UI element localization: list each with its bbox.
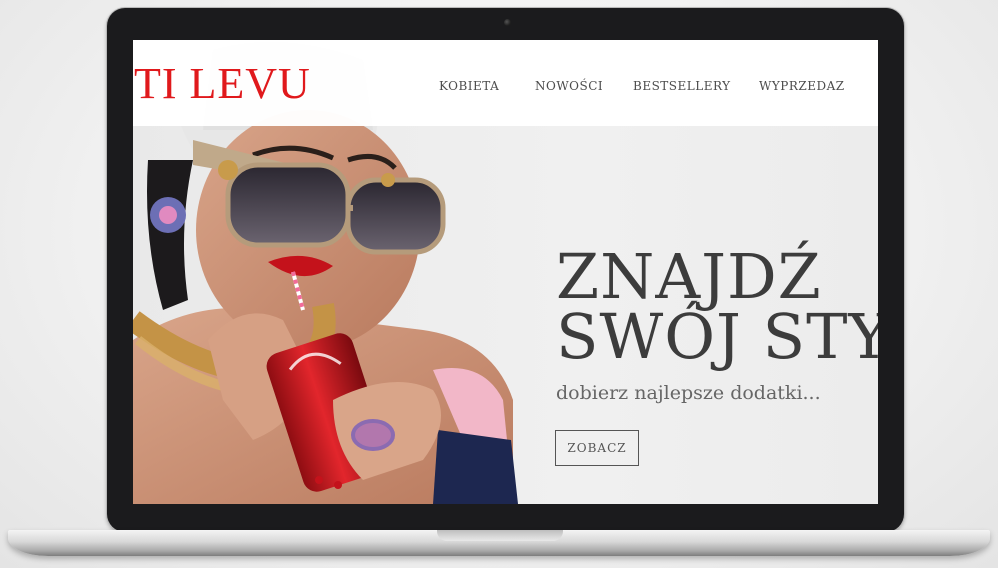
nav-item-nowosci[interactable]: NOWOŚCI [535, 79, 603, 93]
nav-item-kobieta[interactable]: KOBIETA [439, 79, 499, 93]
website-screen: TI LEVU KOBIETA NOWOŚCI BESTSELLERY WYPR… [133, 40, 878, 504]
nav-item-wyprzedaz[interactable]: WYPRZEDAZ [759, 79, 845, 93]
hero-subtitle: dobierz najlepsze dodatki... [556, 382, 821, 404]
site-header: TI LEVU KOBIETA NOWOŚCI BESTSELLERY WYPR… [133, 40, 878, 126]
zobacz-button[interactable]: ZOBACZ [555, 430, 639, 466]
nav-item-bestsellery[interactable]: BESTSELLERY [633, 79, 731, 93]
hero-title-line2: SWÓJ STYL [556, 300, 878, 373]
webcam-icon [504, 19, 511, 26]
laptop-base-notch [437, 530, 563, 541]
site-logo[interactable]: TI LEVU [134, 62, 311, 106]
hero-title: ZNAJDŹ SWÓJ STYL [556, 246, 878, 368]
